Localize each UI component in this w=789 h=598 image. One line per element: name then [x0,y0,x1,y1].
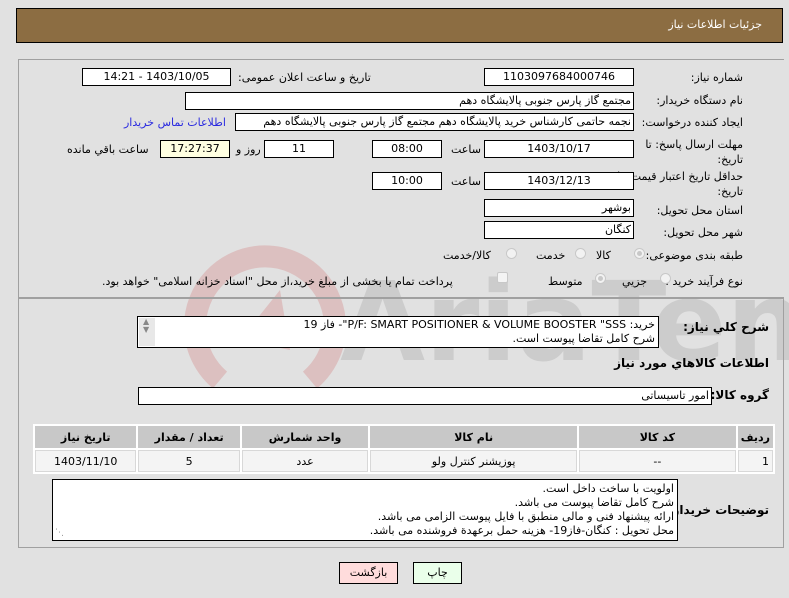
need-number-field: 1103097684000746 [484,68,634,86]
print-button[interactable]: چاپ [413,562,462,584]
delivery-province-field: بوشهر [484,199,634,217]
remaining-time-field: 17:27:37 [160,140,230,158]
category-radio-goods[interactable] [634,248,645,259]
buyer-org-field: مجتمع گاز پارس جنوبی پالایشگاه دهم [185,92,634,110]
buyer-contact-link[interactable]: اطلاعات تماس خریدار [124,116,226,129]
summary-line-1: خرید: P/F: SMART POSITIONER & VOLUME BOO… [303,318,655,331]
goods-group-label: گروه کالا: [710,388,769,402]
category-label: طبقه بندی موضوعی: [645,249,743,262]
buyer-notes-textarea[interactable]: اولویت با ساخت داخل است. شرح کامل تقاضا … [52,479,678,541]
cell-row-number: 1 [737,450,773,472]
category-goods-service-label: کالا/خدمت [443,249,491,262]
buyer-org-label: نام دستگاه خریدار: [656,94,743,107]
days-label: روز و [236,143,261,156]
cell-goods-code: -- [579,450,736,472]
category-goods-label: کالا [596,249,611,262]
remaining-time-label: ساعت باقي مانده [67,143,149,156]
price-time-label: ساعت [451,175,481,188]
reply-deadline-label-2: تاریخ: [717,153,743,166]
reply-time-label: ساعت [451,143,481,156]
cell-quantity: 5 [138,450,240,472]
need-number-label: شماره نیاز: [690,71,743,84]
buyer-note-line: محل تحویل : کنگان-فاز19- هزینه حمل برعهد… [369,524,674,537]
delivery-province-label: استان محل تحویل: [656,204,743,217]
table-row: 1 -- پوزیشنر کنترل ولو عدد 5 1403/11/10 [35,450,773,472]
scroll-arrows-icon: ▲ ▼ [143,317,150,334]
summary-scrollbar[interactable]: ▲ ▼ [139,318,155,346]
reply-deadline-date-field: 1403/10/17 [484,140,634,158]
reply-deadline-label: مهلت ارسال پاسخ: تا [645,138,743,151]
resize-grip-icon[interactable]: ⋰ [55,526,64,540]
page-header: جزئیات اطلاعات نیاز [16,8,783,43]
category-service-label: خدمت [536,249,566,262]
col-goods-code: کد کالا [579,426,736,448]
goods-table-header: ردیف کد کالا نام کالا واحد شمارش تعداد /… [35,426,773,448]
summary-textarea[interactable]: ▲ ▼ خرید: P/F: SMART POSITIONER & VOLUME … [137,316,659,348]
goods-group-field: امور تاسیساتی [138,387,712,405]
requester-field: نجمه حاتمی کارشناس خرید پالایشگاه دهم مج… [235,113,634,131]
category-radio-service[interactable] [575,248,586,259]
col-unit: واحد شمارش [241,426,369,448]
goods-table: ردیف کد کالا نام کالا واحد شمارش تعداد /… [33,424,775,474]
col-goods-name: نام کالا [370,426,578,448]
category-radio-goods-service[interactable] [506,248,517,259]
remaining-days-field: 11 [264,140,334,158]
buyer-note-line: اولویت با ساخت داخل است. [542,482,675,495]
delivery-city-field: کنگان [484,221,634,239]
cell-need-date: 1403/11/10 [35,450,137,472]
cell-goods-name: پوزیشنر کنترل ولو [370,450,578,472]
buyer-notes-label: توضیحات خریدار: [667,503,769,517]
process-radio-medium[interactable] [595,273,606,284]
price-validity-label-2: تاریخ: [717,185,743,198]
process-minor-label: جزیي [622,275,648,288]
process-radio-minor[interactable] [660,273,671,284]
announce-datetime-label: تاریخ و ساعت اعلان عمومی: [238,71,371,84]
cell-unit: عدد [241,450,369,472]
col-quantity: تعداد / مقدار [138,426,240,448]
col-row-number: ردیف [737,426,773,448]
goods-info-title: اطلاعات کالاهاي مورد نياز [614,356,769,370]
announce-datetime-field: 1403/10/05 - 14:21 [82,68,231,86]
purchase-process-label: نوع فرآیند خرید : [665,275,743,288]
buyer-note-line: ارائه پیشنهاد فنی و مالی منطبق با فایل پ… [377,510,674,523]
summary-label: شرح کلي نياز: [683,320,769,334]
page-title: جزئیات اطلاعات نیاز [668,18,762,31]
reply-deadline-time-field: 08:00 [372,140,442,158]
treasury-checkbox-label: پرداخت تمام یا بخشی از مبلغ خرید،از محل … [102,275,453,288]
process-medium-label: متوسط [548,275,583,288]
price-validity-date-field: 1403/12/13 [484,172,634,190]
col-need-date: تاریخ نیاز [35,426,137,448]
price-validity-time-field: 10:00 [372,172,442,190]
summary-line-2: شرح کامل تقاضا پیوست است. [512,332,655,345]
treasury-checkbox[interactable] [497,272,508,283]
price-validity-label: حداقل تاریخ اعتبار قیمت: تا [617,170,743,183]
buyer-note-line: شرح کامل تقاضا پیوست می باشد. [514,496,674,509]
requester-label: ایجاد کننده درخواست: [641,116,743,129]
delivery-city-label: شهر محل تحویل: [663,226,743,239]
back-button[interactable]: بازگشت [339,562,398,584]
